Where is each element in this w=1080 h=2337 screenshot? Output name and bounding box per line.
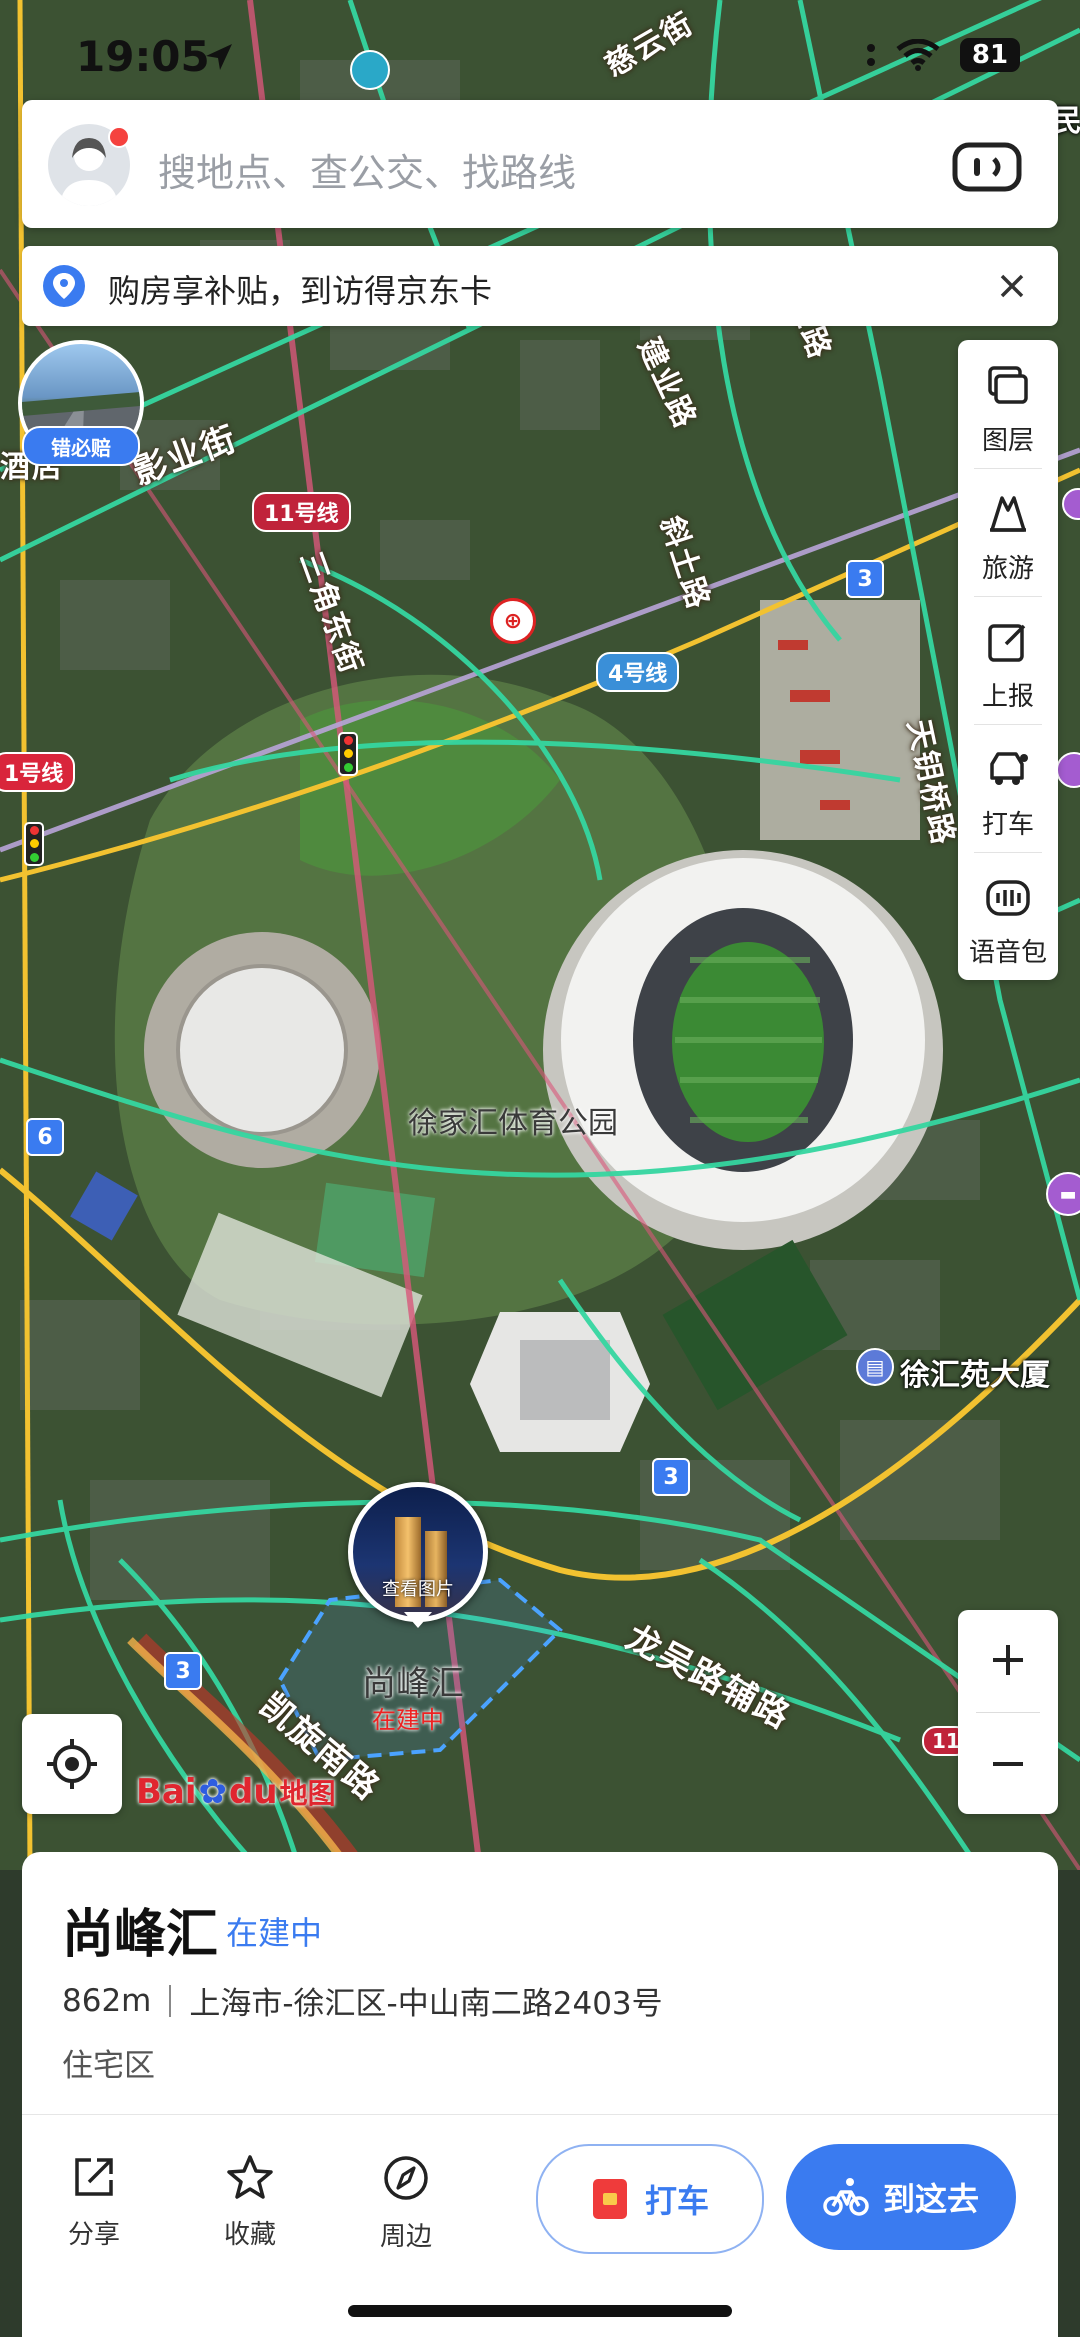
bicycle-icon — [823, 2178, 869, 2216]
marker-pointer — [404, 1612, 432, 1628]
traffic-light-icon — [338, 732, 358, 776]
crosshair-icon — [47, 1739, 97, 1789]
divider — [22, 2114, 1058, 2115]
place-detail-sheet: 尚峰汇 在建中 862m 上海市-徐汇区-中山南二路2403号 住宅区 分享 收… — [22, 1852, 1058, 2337]
zoom-control — [958, 1610, 1058, 1814]
travel-icon — [990, 496, 1026, 532]
location-arrow-icon — [206, 44, 232, 70]
status-bar: 19:05 81 — [0, 0, 1080, 110]
route-badge-6: 6 — [26, 1118, 64, 1156]
action-label: 收藏 — [223, 2220, 276, 2250]
tool-label: 打车 — [981, 810, 1034, 840]
map-label-under-construction: 在建中 — [372, 1706, 444, 1734]
logo-suffix: 地图 — [279, 1777, 336, 1810]
traffic-light-icon-2 — [24, 822, 44, 866]
compass-icon — [384, 2156, 428, 2200]
banner-text: 购房享补贴，到访得京东卡 — [108, 272, 493, 310]
taxi-icon — [990, 752, 1028, 785]
travel-tag[interactable]: 错必赔 — [22, 426, 140, 466]
layers-icon — [988, 366, 1028, 404]
report-icon — [988, 624, 1026, 662]
action-label: 周边 — [379, 2222, 432, 2252]
search-input[interactable]: 搜地点、查公交、找路线 — [158, 142, 576, 197]
locate-button[interactable] — [22, 1714, 122, 1814]
route-badge-3-mid: 3 — [652, 1458, 690, 1496]
red-packet-icon — [592, 2179, 627, 2219]
tool-layers[interactable]: 图层 — [958, 340, 1058, 468]
voice-assistant-icon[interactable] — [952, 142, 1022, 192]
logo-text: Bai — [136, 1772, 197, 1812]
metro-badge-11: 11号线 — [252, 492, 351, 532]
tool-taxi[interactable]: 打车 — [958, 724, 1058, 852]
route-badge-3-top: 3 — [846, 560, 884, 598]
paw-icon: ✿ — [198, 1772, 228, 1812]
nearby-button[interactable]: 周边 — [356, 2154, 456, 2253]
metro-badge-4: 4号线 — [596, 652, 680, 692]
place-address: 上海市-徐汇区-中山南二路2403号 — [189, 1986, 663, 2022]
battery-indicator: 81 — [960, 38, 1020, 72]
route-badge-3-left: 3 — [164, 1652, 202, 1690]
location-pin-icon — [43, 265, 85, 307]
photo-caption: 查看图片 — [382, 1579, 454, 1600]
status-right: 81 — [866, 38, 1020, 72]
zoom-in-button[interactable] — [958, 1610, 1058, 1710]
home-indicator[interactable] — [348, 2305, 732, 2317]
action-label: 分享 — [67, 2220, 120, 2250]
place-distance: 862m — [62, 1982, 152, 2019]
horse-riding-icon — [350, 50, 390, 90]
baidu-map-logo: Bai ✿ du 地图 — [136, 1772, 336, 1812]
tool-report[interactable]: 上报 — [958, 596, 1058, 724]
place-status: 在建中 — [226, 1914, 323, 1952]
more-dots-icon — [867, 44, 875, 66]
notification-dot — [108, 126, 130, 148]
wifi-icon — [896, 39, 940, 71]
plus-icon — [993, 1645, 1023, 1675]
tool-travel[interactable]: 旅游 — [958, 468, 1058, 596]
search-bar[interactable]: 搜地点、查公交、找路线 — [22, 100, 1058, 228]
go-here-label: 到这去 — [882, 2180, 979, 2218]
place-type: 住宅区 — [62, 2048, 155, 2084]
promo-banner[interactable]: 购房享补贴，到访得京东卡 — [22, 246, 1058, 326]
go-here-button[interactable]: 到这去 — [786, 2144, 1016, 2250]
minus-icon — [993, 1762, 1023, 1766]
tool-label: 语音包 — [968, 938, 1047, 968]
favorite-button[interactable]: 收藏 — [200, 2154, 300, 2251]
tool-voice-pack[interactable]: 语音包 — [958, 852, 1058, 980]
tool-label: 图层 — [981, 426, 1034, 456]
divider — [976, 1712, 1040, 1713]
metro-badge-1: 1号线 — [0, 752, 76, 792]
tool-label: 旅游 — [981, 554, 1034, 584]
logo-text-du: du — [229, 1772, 278, 1812]
map-label-xuhuiyuan[interactable]: 徐汇苑大厦 — [900, 1350, 1050, 1394]
office-icon: ▤ — [856, 1348, 894, 1386]
share-icon — [75, 2158, 113, 2196]
taxi-button-label: 打车 — [644, 2182, 709, 2220]
map-label-shangfenghui[interactable]: 尚峰汇 — [362, 1656, 464, 1705]
map-label-park: 徐家汇体育公园 — [408, 1106, 618, 1141]
star-icon — [227, 2155, 273, 2199]
share-button[interactable]: 分享 — [44, 2154, 144, 2251]
close-icon[interactable] — [992, 266, 1032, 306]
voice-pack-icon — [986, 880, 1030, 916]
status-time: 19:05 — [76, 32, 210, 81]
place-title: 尚峰汇 — [62, 1905, 219, 1965]
bank-icon[interactable]: ⊕ — [490, 598, 536, 644]
taxi-button[interactable]: 打车 — [536, 2144, 764, 2254]
photo-marker[interactable]: 查看图片 — [348, 1482, 488, 1622]
divider — [169, 1984, 172, 2017]
zoom-out-button[interactable] — [958, 1714, 1058, 1814]
map-toolbar: 图层 旅游 上报 打车 语音包 — [958, 340, 1058, 980]
place-info: 862m 上海市-徐汇区-中山南二路2403号 — [62, 1978, 663, 2023]
tool-label: 上报 — [981, 682, 1034, 712]
